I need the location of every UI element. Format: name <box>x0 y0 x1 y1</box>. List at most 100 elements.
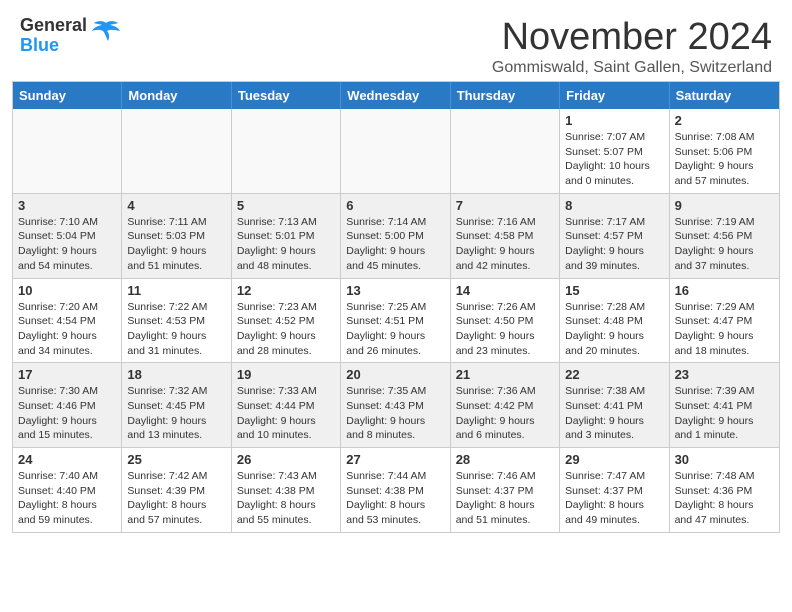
week-row-4: 17Sunrise: 7:30 AMSunset: 4:46 PMDayligh… <box>13 362 779 447</box>
day-cell: 3 Sunrise: 7:10 AMSunset: 5:04 PMDaylight… <box>13 194 122 278</box>
day-info: Sunrise: 7:16 AMSunset: 4:58 PMDaylight:… <box>456 215 554 274</box>
day-cell <box>341 109 450 193</box>
day-number: 13 <box>346 283 444 298</box>
day-cell: 1Sunrise: 7:07 AMSunset: 5:07 PMDaylight… <box>560 109 669 193</box>
day-number: 24 <box>18 452 116 467</box>
day-info: Sunrise: 7:30 AMSunset: 4:46 PMDaylight:… <box>18 384 116 443</box>
day-number: 26 <box>237 452 335 467</box>
day-info: Sunrise: 7:07 AMSunset: 5:07 PMDaylight:… <box>565 130 663 189</box>
day-info: Sunrise: 7:13 AMSunset: 5:01 PMDaylight:… <box>237 215 335 274</box>
logo-blue: Blue <box>20 35 59 55</box>
day-number: 27 <box>346 452 444 467</box>
logo-bird-icon <box>90 19 122 47</box>
day-cell: 23 Sunrise: 7:39 AMSunset: 4:41 PMDayligh… <box>670 363 779 447</box>
day-header-saturday: Saturday <box>670 82 779 109</box>
week-row-2: 3 Sunrise: 7:10 AMSunset: 5:04 PMDaylight… <box>13 193 779 278</box>
day-info: Sunrise: 7:46 AMSunset: 4:37 PMDaylight:… <box>456 469 554 528</box>
day-header-wednesday: Wednesday <box>341 82 450 109</box>
day-info: Sunrise: 7:29 AMSunset: 4:47 PMDaylight:… <box>675 300 774 359</box>
day-number: 8 <box>565 198 663 213</box>
day-info: Sunrise: 7:11 AMSunset: 5:03 PMDaylight:… <box>127 215 225 274</box>
day-number: 30 <box>675 452 774 467</box>
day-header-monday: Monday <box>122 82 231 109</box>
day-cell: 14 Sunrise: 7:26 AMSunset: 4:50 PMDayligh… <box>451 279 560 363</box>
day-info: Sunrise: 7:19 AMSunset: 4:56 PMDaylight:… <box>675 215 774 274</box>
calendar: SundayMondayTuesdayWednesdayThursdayFrid… <box>12 81 780 533</box>
day-info: Sunrise: 7:38 AMSunset: 4:41 PMDaylight:… <box>565 384 663 443</box>
day-info: Sunrise: 7:22 AMSunset: 4:53 PMDaylight:… <box>127 300 225 359</box>
day-number: 6 <box>346 198 444 213</box>
logo: General Blue <box>20 16 122 56</box>
day-number: 11 <box>127 283 225 298</box>
logo-general: General <box>20 15 87 35</box>
day-cell: 12 Sunrise: 7:23 AMSunset: 4:52 PMDayligh… <box>232 279 341 363</box>
month-title: November 2024 <box>492 16 772 59</box>
day-info: Sunrise: 7:44 AMSunset: 4:38 PMDaylight:… <box>346 469 444 528</box>
day-info: Sunrise: 7:26 AMSunset: 4:50 PMDaylight:… <box>456 300 554 359</box>
day-info: Sunrise: 7:17 AMSunset: 4:57 PMDaylight:… <box>565 215 663 274</box>
day-cell <box>451 109 560 193</box>
day-cell: 15Sunrise: 7:28 AMSunset: 4:48 PMDayligh… <box>560 279 669 363</box>
day-info: Sunrise: 7:36 AMSunset: 4:42 PMDaylight:… <box>456 384 554 443</box>
day-header-thursday: Thursday <box>451 82 560 109</box>
day-number: 28 <box>456 452 554 467</box>
day-cell: 5 Sunrise: 7:13 AMSunset: 5:01 PMDaylight… <box>232 194 341 278</box>
day-number: 7 <box>456 198 554 213</box>
day-headers: SundayMondayTuesdayWednesdayThursdayFrid… <box>13 82 779 109</box>
day-info: Sunrise: 7:20 AMSunset: 4:54 PMDaylight:… <box>18 300 116 359</box>
day-header-sunday: Sunday <box>13 82 122 109</box>
day-cell: 22Sunrise: 7:38 AMSunset: 4:41 PMDayligh… <box>560 363 669 447</box>
week-row-1: 1Sunrise: 7:07 AMSunset: 5:07 PMDaylight… <box>13 109 779 193</box>
day-number: 9 <box>675 198 774 213</box>
day-number: 10 <box>18 283 116 298</box>
day-cell <box>232 109 341 193</box>
title-area: November 2024 Gommiswald, Saint Gallen, … <box>492 16 772 77</box>
day-cell: 18 Sunrise: 7:32 AMSunset: 4:45 PMDayligh… <box>122 363 231 447</box>
day-info: Sunrise: 7:10 AMSunset: 5:04 PMDaylight:… <box>18 215 116 274</box>
day-header-friday: Friday <box>560 82 669 109</box>
day-number: 18 <box>127 367 225 382</box>
day-cell: 17Sunrise: 7:30 AMSunset: 4:46 PMDayligh… <box>13 363 122 447</box>
day-cell: 13Sunrise: 7:25 AMSunset: 4:51 PMDayligh… <box>341 279 450 363</box>
day-number: 29 <box>565 452 663 467</box>
day-info: Sunrise: 7:42 AMSunset: 4:39 PMDaylight:… <box>127 469 225 528</box>
day-info: Sunrise: 7:33 AMSunset: 4:44 PMDaylight:… <box>237 384 335 443</box>
day-info: Sunrise: 7:43 AMSunset: 4:38 PMDaylight:… <box>237 469 335 528</box>
day-cell: 8 Sunrise: 7:17 AMSunset: 4:57 PMDaylight… <box>560 194 669 278</box>
day-cell: 11 Sunrise: 7:22 AMSunset: 4:53 PMDayligh… <box>122 279 231 363</box>
day-cell: 24 Sunrise: 7:40 AMSunset: 4:40 PMDayligh… <box>13 448 122 532</box>
day-number: 12 <box>237 283 335 298</box>
day-cell: 9 Sunrise: 7:19 AMSunset: 4:56 PMDaylight… <box>670 194 779 278</box>
day-info: Sunrise: 7:35 AMSunset: 4:43 PMDaylight:… <box>346 384 444 443</box>
day-cell: 28 Sunrise: 7:46 AMSunset: 4:37 PMDayligh… <box>451 448 560 532</box>
page-header: General Blue November 2024 Gommiswald, S… <box>0 0 792 81</box>
day-info: Sunrise: 7:47 AMSunset: 4:37 PMDaylight:… <box>565 469 663 528</box>
day-cell: 27 Sunrise: 7:44 AMSunset: 4:38 PMDayligh… <box>341 448 450 532</box>
day-number: 3 <box>18 198 116 213</box>
day-number: 5 <box>237 198 335 213</box>
day-number: 16 <box>675 283 774 298</box>
day-number: 21 <box>456 367 554 382</box>
day-info: Sunrise: 7:40 AMSunset: 4:40 PMDaylight:… <box>18 469 116 528</box>
day-info: Sunrise: 7:08 AMSunset: 5:06 PMDaylight:… <box>675 130 774 189</box>
day-cell: 30Sunrise: 7:48 AMSunset: 4:36 PMDayligh… <box>670 448 779 532</box>
day-cell: 10 Sunrise: 7:20 AMSunset: 4:54 PMDayligh… <box>13 279 122 363</box>
day-number: 19 <box>237 367 335 382</box>
page-wrapper: General Blue November 2024 Gommiswald, S… <box>0 0 792 533</box>
day-number: 23 <box>675 367 774 382</box>
week-row-5: 24 Sunrise: 7:40 AMSunset: 4:40 PMDayligh… <box>13 447 779 532</box>
day-cell: 16 Sunrise: 7:29 AMSunset: 4:47 PMDayligh… <box>670 279 779 363</box>
day-info: Sunrise: 7:23 AMSunset: 4:52 PMDaylight:… <box>237 300 335 359</box>
day-info: Sunrise: 7:32 AMSunset: 4:45 PMDaylight:… <box>127 384 225 443</box>
day-info: Sunrise: 7:39 AMSunset: 4:41 PMDaylight:… <box>675 384 774 443</box>
day-cell: 2Sunrise: 7:08 AMSunset: 5:06 PMDaylight… <box>670 109 779 193</box>
day-cell: 19 Sunrise: 7:33 AMSunset: 4:44 PMDayligh… <box>232 363 341 447</box>
day-cell: 25Sunrise: 7:42 AMSunset: 4:39 PMDayligh… <box>122 448 231 532</box>
weeks-container: 1Sunrise: 7:07 AMSunset: 5:07 PMDaylight… <box>13 109 779 532</box>
day-number: 14 <box>456 283 554 298</box>
day-cell: 29 Sunrise: 7:47 AMSunset: 4:37 PMDayligh… <box>560 448 669 532</box>
day-cell: 20 Sunrise: 7:35 AMSunset: 4:43 PMDayligh… <box>341 363 450 447</box>
day-number: 20 <box>346 367 444 382</box>
day-number: 15 <box>565 283 663 298</box>
day-info: Sunrise: 7:14 AMSunset: 5:00 PMDaylight:… <box>346 215 444 274</box>
